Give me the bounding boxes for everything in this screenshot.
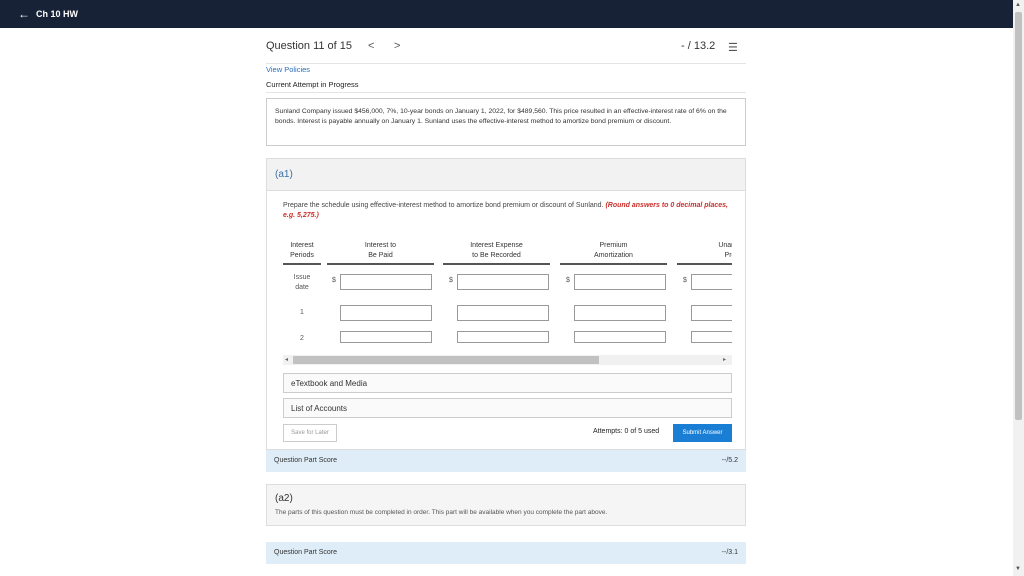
- back-arrow-icon[interactable]: ←: [18, 7, 30, 21]
- currency-symbol: $: [566, 277, 570, 284]
- attempt-status: Current Attempt in Progress: [266, 80, 359, 89]
- problem-statement: Sunland Company issued $456,000, 7%, 10-…: [266, 98, 746, 146]
- interest-paid-input[interactable]: [340, 305, 432, 321]
- currency-symbol: $: [683, 277, 687, 284]
- part-a1-instructions: Prepare the schedule using effective-int…: [283, 201, 733, 221]
- row-label-period-2: 2: [300, 335, 304, 342]
- score-value: --/5.2: [721, 457, 738, 464]
- attempts-counter: Attempts: 0 of 5 used: [593, 428, 660, 435]
- page-scrollbar[interactable]: ▲ ▼: [1013, 0, 1024, 576]
- question-header: Question 11 of 15 < > - / 13.2 ☰: [266, 39, 746, 61]
- score-value: --/3.1: [721, 549, 738, 556]
- scroll-down-icon[interactable]: ▼: [1015, 566, 1021, 572]
- interest-paid-input[interactable]: [340, 274, 432, 290]
- table-horizontal-scrollbar[interactable]: ◂ ▸: [283, 355, 732, 365]
- amortization-table: Interest Periods Interest to Be Paid Int…: [283, 233, 732, 343]
- problem-text: Sunland Company issued $456,000, 7%, 10-…: [275, 108, 727, 125]
- currency-symbol: $: [332, 277, 336, 284]
- question-list-icon[interactable]: ☰: [728, 41, 738, 54]
- horizontal-scroll-thumb[interactable]: [293, 356, 599, 364]
- column-header: Interest Periods: [283, 237, 321, 265]
- scroll-left-icon[interactable]: ◂: [285, 356, 288, 363]
- interest-paid-input[interactable]: [340, 331, 432, 343]
- part-a1-score-bar: Question Part Score --/5.2: [266, 450, 746, 472]
- etextbook-media-link[interactable]: eTextbook and Media: [283, 373, 732, 393]
- assignment-title[interactable]: Ch 10 HW: [36, 9, 78, 19]
- part-a2-label: (a2): [275, 493, 293, 504]
- part-a2-panel: (a2) The parts of this question must be …: [266, 484, 746, 526]
- scroll-up-icon[interactable]: ▲: [1015, 2, 1021, 8]
- question-score: - / 13.2: [681, 40, 716, 52]
- divider: [266, 92, 746, 93]
- part-a1-label: (a1): [275, 169, 293, 180]
- next-question-icon[interactable]: >: [394, 40, 400, 52]
- part-a2-locked-note: The parts of this question must be compl…: [275, 509, 608, 516]
- part-a1-header: (a1): [267, 159, 745, 191]
- part-a1-panel: (a1) Prepare the schedule using effectiv…: [266, 158, 746, 450]
- scrollbar-thumb[interactable]: [1015, 12, 1022, 420]
- scroll-right-icon[interactable]: ▸: [723, 356, 726, 363]
- column-header: Unam Prei: [677, 237, 732, 265]
- unamortized-premium-input[interactable]: [691, 305, 732, 321]
- view-policies-link[interactable]: View Policies: [266, 65, 310, 74]
- row-label-period-1: 1: [300, 309, 304, 316]
- premium-amortization-input[interactable]: [574, 331, 666, 343]
- score-label: Question Part Score: [274, 457, 338, 464]
- unamortized-premium-input[interactable]: [691, 274, 732, 290]
- interest-expense-input[interactable]: [457, 331, 549, 343]
- column-header: Interest to Be Paid: [327, 237, 434, 265]
- question-number: Question 11 of 15: [266, 40, 353, 52]
- column-header: Interest Expense to Be Recorded: [443, 237, 550, 265]
- instructions-text: Prepare the schedule using effective-int…: [283, 202, 604, 209]
- interest-expense-input[interactable]: [457, 274, 549, 290]
- divider: [266, 63, 746, 64]
- score-label: Question Part Score: [274, 549, 338, 556]
- save-for-later-button[interactable]: Save for Later: [283, 424, 337, 442]
- part-a2-score-bar: Question Part Score --/3.1: [266, 542, 746, 564]
- column-header: Premium Amortization: [560, 237, 667, 265]
- premium-amortization-input[interactable]: [574, 305, 666, 321]
- row-label-issue-date: Issue date: [293, 274, 311, 291]
- list-of-accounts-link[interactable]: List of Accounts: [283, 398, 732, 418]
- interest-expense-input[interactable]: [457, 305, 549, 321]
- top-bar: ← Ch 10 HW: [0, 0, 1013, 28]
- currency-symbol: $: [449, 277, 453, 284]
- prev-question-icon[interactable]: <: [368, 40, 374, 52]
- unamortized-premium-input[interactable]: [691, 331, 732, 343]
- submit-answer-button[interactable]: Submit Answer: [673, 424, 732, 442]
- premium-amortization-input[interactable]: [574, 274, 666, 290]
